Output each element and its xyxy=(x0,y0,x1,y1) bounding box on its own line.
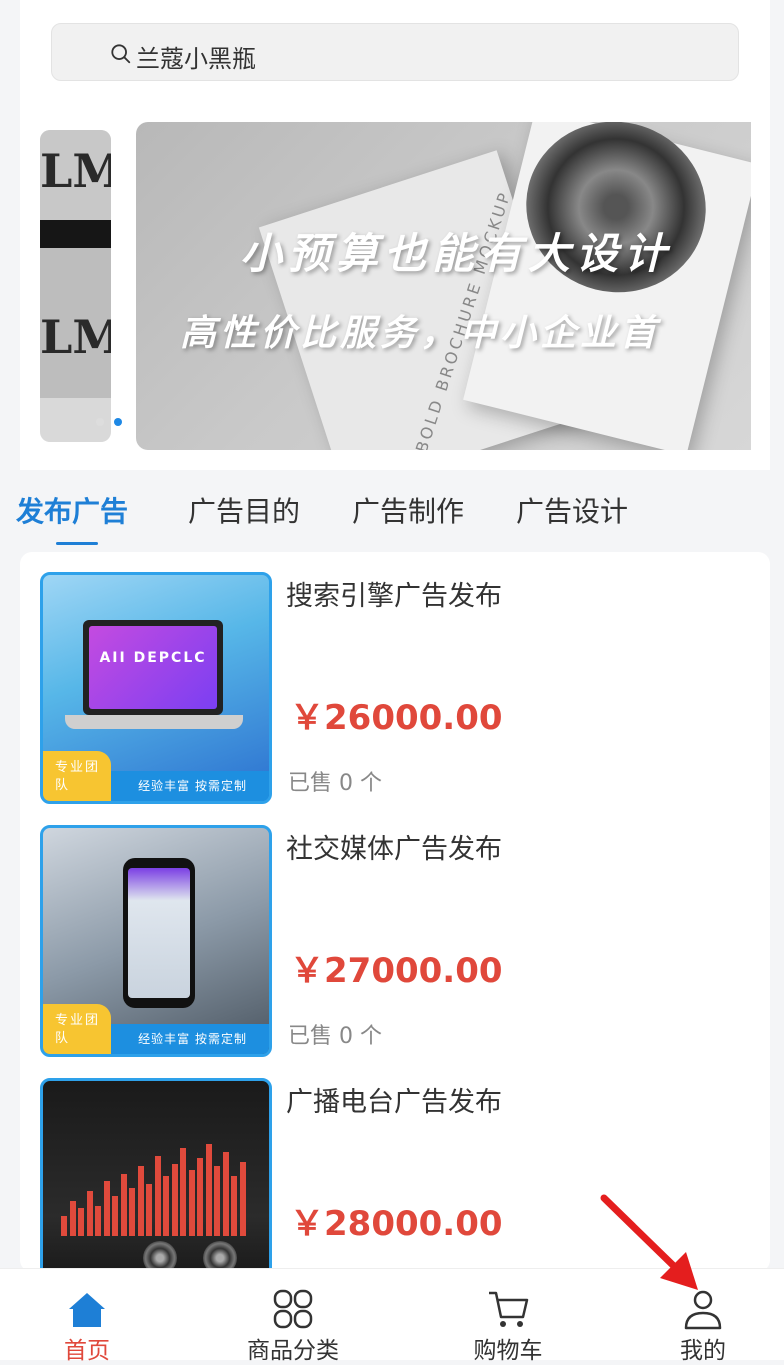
tabbar-label: 我的 xyxy=(680,1338,726,1364)
tab-ad-production[interactable]: 广告制作 xyxy=(352,490,464,530)
thumbnail-decor-bar xyxy=(171,1164,178,1236)
thumbnail-decor-bar xyxy=(120,1174,127,1236)
thumbnail-decor-bar xyxy=(95,1206,101,1236)
product-item[interactable]: 广播电台广告发布 ￥28000.00 xyxy=(20,1058,770,1272)
home-icon xyxy=(69,1293,105,1327)
search-bar[interactable]: 兰蔻小黑瓶 xyxy=(51,23,739,81)
carousel-dot-active[interactable] xyxy=(114,418,122,426)
product-title: 搜索引擎广告发布 xyxy=(286,581,502,612)
thumbnail-decor-bar xyxy=(61,1216,67,1236)
banner-title: 小预算也能有大设计 xyxy=(240,229,673,278)
peek-text-bottom: LM xyxy=(40,310,111,364)
thumbnail-decor-bar xyxy=(146,1184,152,1236)
product-title: 广播电台广告发布 xyxy=(286,1087,502,1118)
thumbnail-decor-bar xyxy=(180,1148,186,1236)
thumbnail-decor-bar xyxy=(129,1188,135,1236)
product-image: AII DEPCLC 经验丰富 按需定制 专业团队 xyxy=(40,572,272,804)
tabbar-cart[interactable]: 购物车 xyxy=(418,1269,598,1364)
product-price: ￥28000.00 xyxy=(290,1204,503,1244)
bottom-tab-bar: 首页 商品分类 购物车 我的 xyxy=(0,1268,784,1364)
tabbar-profile[interactable]: 我的 xyxy=(613,1269,784,1364)
banner-slide[interactable]: BOLD BROCHURE MOCKUP 小预算也能有大设计 高性价比服务，中小… xyxy=(136,122,751,450)
banner-subtitle: 高性价比服务，中小企业首 xyxy=(180,313,661,354)
category-grid-icon xyxy=(273,1289,313,1329)
category-tabs: 发布广告 广告目的 广告制作 广告设计 xyxy=(0,478,784,548)
tabbar-home[interactable]: 首页 xyxy=(0,1269,177,1364)
active-tab-indicator xyxy=(56,542,98,545)
shopping-cart-icon xyxy=(489,1291,529,1327)
product-sold-count: 已售 0 个 xyxy=(288,771,382,796)
product-title: 社交媒体广告发布 xyxy=(286,834,502,865)
tabbar-label: 购物车 xyxy=(473,1338,543,1364)
thumbnail-decor-bar xyxy=(188,1170,195,1236)
tab-ad-design[interactable]: 广告设计 xyxy=(516,490,628,530)
product-sold-count: 已售 0 个 xyxy=(288,1024,382,1049)
tabbar-category[interactable]: 商品分类 xyxy=(203,1269,383,1364)
product-price: ￥26000.00 xyxy=(290,698,503,738)
thumbnail-decor-bar xyxy=(231,1176,237,1236)
product-image: 经验丰富 按需定制 专业团队 xyxy=(40,825,272,1057)
thumbnail-decor-bar xyxy=(78,1208,84,1236)
thumbnail-decor-bar xyxy=(222,1152,229,1236)
product-image xyxy=(40,1078,272,1272)
thumbnail-decor-bar xyxy=(137,1166,144,1236)
product-list: AII DEPCLC 经验丰富 按需定制 专业团队 搜索引擎广告发布 ￥2600… xyxy=(20,552,770,1272)
product-price: ￥27000.00 xyxy=(290,951,503,991)
peek-text-top: LM xyxy=(40,144,111,198)
search-icon xyxy=(111,44,131,64)
thumbnail-decor-bar xyxy=(103,1181,110,1236)
thumbnail-decor-bar xyxy=(154,1156,161,1236)
thumbnail-decor-bar xyxy=(205,1144,212,1236)
tabbar-label: 首页 xyxy=(64,1338,110,1364)
thumbnail-decor-bar xyxy=(69,1201,76,1236)
product-item[interactable]: AII DEPCLC 经验丰富 按需定制 专业团队 搜索引擎广告发布 ￥2600… xyxy=(20,552,770,804)
thumbnail-decor-bar xyxy=(214,1166,220,1236)
user-profile-icon xyxy=(684,1290,722,1330)
thumbnail-decor-bar xyxy=(239,1162,246,1236)
carousel-dot[interactable] xyxy=(96,418,104,426)
thumbnail-decor-bar xyxy=(197,1158,203,1236)
tabbar-label: 商品分类 xyxy=(247,1338,339,1364)
thumbnail-decor-bar xyxy=(112,1196,118,1236)
search-placeholder: 兰蔻小黑瓶 xyxy=(136,45,256,73)
screen-text: AII DEPCLC xyxy=(99,650,207,666)
image-badge: 专业团队 xyxy=(43,751,111,801)
product-item[interactable]: 经验丰富 按需定制 专业团队 社交媒体广告发布 ￥27000.00 已售 0 个 xyxy=(20,805,770,1057)
tab-publish-ads[interactable]: 发布广告 xyxy=(16,490,128,530)
image-badge: 专业团队 xyxy=(43,1004,111,1054)
thumbnail-decor-bar xyxy=(86,1191,93,1236)
thumbnail-decor-bar xyxy=(163,1176,169,1236)
tab-ad-purpose[interactable]: 广告目的 xyxy=(188,490,300,530)
banner-previous-slide[interactable]: LM LM xyxy=(40,130,111,442)
